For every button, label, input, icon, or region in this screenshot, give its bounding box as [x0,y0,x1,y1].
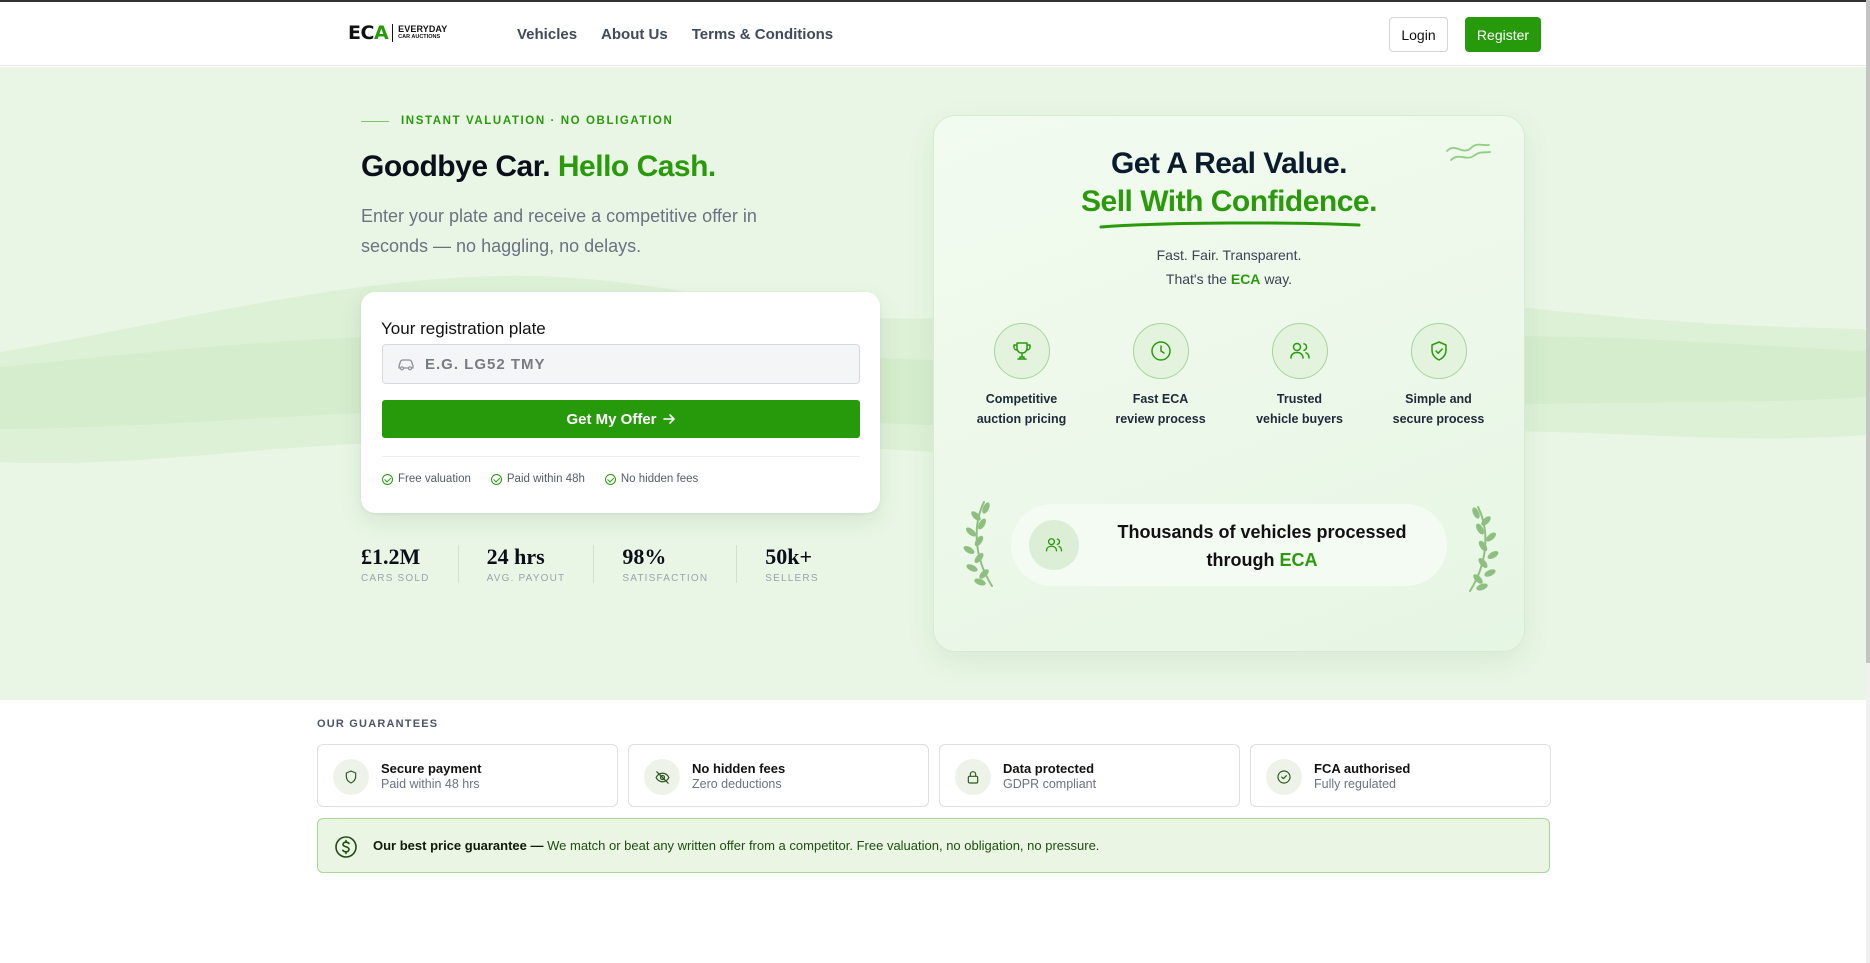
site-header: ECA EVERYDAY CAR AUCTIONS Vehicles About… [0,2,1866,66]
eye-off-icon [644,759,680,795]
eca-logo[interactable]: ECA EVERYDAY CAR AUCTIONS [348,22,447,44]
best-price-guarantee-banner: Our best price guarantee — We match or b… [317,818,1550,873]
get-offer-button[interactable]: Get My Offer [382,400,860,438]
guarantees-list: Secure payment Paid within 48 hrs No hid… [317,744,1551,807]
lock-icon [955,759,991,795]
banner-text: Our best price guarantee — We match or b… [373,838,1100,853]
guarantee-fca-authorised: FCA authorised Fully regulated [1250,744,1551,807]
users-icon [1271,323,1328,379]
guarantees-heading: OUR GUARANTEES [317,718,439,730]
check-circle-icon [1266,759,1302,795]
arrow-right-icon [662,414,675,424]
vehicles-processed-badge: Thousands of vehicles processed through … [1011,504,1447,586]
nav-link-terms[interactable]: Terms & Conditions [692,26,833,43]
perk-item: No hidden fees [604,473,698,485]
feature-list: Competitive auction pricing Fast ECA revie… [952,323,1508,429]
nav-link-about-us[interactable]: About Us [601,26,668,43]
stat-satisfaction: 98% SATISFACTION [622,545,738,584]
plate-label: Your registration plate [381,319,546,338]
plate-input-wrapper [382,344,860,384]
shield-check-icon [1410,323,1467,379]
stat-sellers: 50k+ SELLERS [765,544,819,585]
stat-cars-sold: £1.2M CARS SOLD [361,545,459,584]
login-button[interactable]: Login [1389,17,1448,52]
feature-trusted-buyers: Trusted vehicle buyers [1230,323,1369,429]
guarantee-secure-payment: Secure payment Paid within 48 hrs [317,744,618,807]
users-icon [1029,520,1079,570]
check-circle-icon [490,473,502,485]
feature-secure-process: Simple and secure process [1369,323,1508,429]
hero-title: Goodbye Car. Hello Cash. [361,150,716,183]
guarantee-no-hidden-fees: No hidden fees Zero deductions [628,744,929,807]
check-circle-icon [604,473,616,485]
feature-competitive-pricing: Competitive auction pricing [952,323,1091,429]
value-card-tagline: Fast. Fair. Transparent. [1156,247,1302,263]
logo-wordmark: EVERYDAY CAR AUCTIONS [398,24,448,41]
perk-list: Free valuation Paid within 48h No hidden… [382,473,698,485]
car-icon [398,359,414,371]
laurel-left-icon [963,501,993,587]
value-card-tagline-2: That's the ECA way. [1165,271,1293,287]
clock-icon [1132,323,1189,379]
stat-avg-payout: 24 hrs AVG. PAYOUT [487,545,595,584]
eyebrow-line [361,120,389,122]
plate-input[interactable] [425,345,855,383]
page-scrollbar-thumb[interactable] [1866,0,1870,663]
guarantee-data-protected: Data protected GDPR compliant [939,744,1240,807]
register-button[interactable]: Register [1465,17,1541,52]
trophy-icon [993,323,1050,379]
dollar-circle-icon [335,836,357,858]
value-card-title: Get A Real Value. [1110,147,1348,180]
main-nav: Vehicles About Us Terms & Conditions [517,26,833,43]
hero-eyebrow: INSTANT VALUATION · NO OBLIGATION [361,115,673,127]
get-offer-label: Get My Offer [566,410,657,428]
shield-icon [333,759,369,795]
hero-subtitle: Enter your plate and receive a competiti… [361,206,757,256]
check-circle-icon [382,473,393,485]
plate-lookup-card: Your registration plate Get My Offer Fre… [361,292,880,513]
logo-divider [392,24,394,42]
perk-item: Free valuation [382,473,471,485]
nav-link-vehicles[interactable]: Vehicles [517,26,577,43]
plate-card-divider [382,456,860,457]
laurel-right-icon [1469,506,1499,592]
title-underline-decoration [1099,221,1361,229]
value-card-title-accent: Sell With Confidence. [1081,185,1377,218]
value-proposition-card: Get A Real Value. Sell With Confidence. … [933,115,1525,652]
eyebrow-text: INSTANT VALUATION · NO OBLIGATION [401,115,674,127]
logo-mark: ECA [348,22,389,44]
feature-fast-review: Fast ECA review process [1091,323,1230,429]
perk-item: Paid within 48h [490,473,585,485]
hero-stats: £1.2M CARS SOLD 24 hrs AVG. PAYOUT 98% SATI… [361,544,875,585]
badge-text: Thousands of vehicles processed through … [1117,522,1407,570]
